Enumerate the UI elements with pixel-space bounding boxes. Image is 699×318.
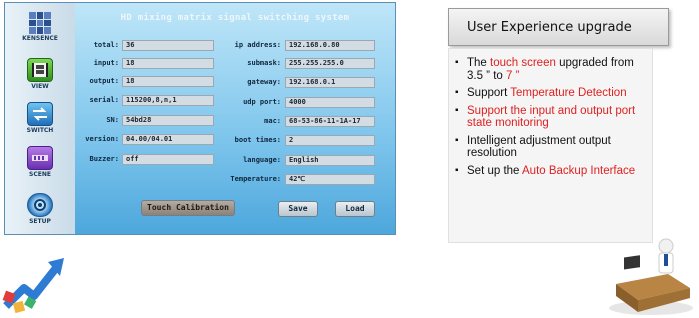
scene-icon [27, 146, 53, 170]
ip-address-field[interactable]: 192.168.0.80 [285, 40, 375, 51]
ip-address-label: ip address: [234, 41, 281, 49]
brand-logo: KENSENCE [5, 12, 75, 42]
feature-list: The touch screen upgraded from 3.5 ” to … [455, 57, 647, 182]
list-item: Support the input and output port state … [455, 105, 647, 130]
gear-icon [27, 193, 53, 217]
temperature-field: 42℃ [285, 174, 375, 185]
serial-label: serial: [89, 96, 119, 104]
business-person-icon [609, 238, 693, 315]
udp-port-field[interactable]: 4000 [285, 97, 375, 108]
list-item: Support Temperature Detection [455, 87, 647, 100]
total-field: 36 [122, 40, 214, 51]
submask-field[interactable]: 255.255.255.0 [285, 58, 375, 69]
brand-name: KENSENCE [22, 35, 58, 42]
udp-port-label: udp port: [243, 98, 281, 106]
temperature-label: Temperature: [230, 175, 281, 183]
sidebar-item-label: SCENE [29, 171, 51, 178]
language-field[interactable]: English [285, 155, 375, 166]
sidebar-item-label: SWITCH [26, 127, 54, 134]
sidebar-item-label: VIEW [31, 83, 49, 90]
gateway-field[interactable]: 192.168.0.1 [285, 77, 375, 88]
switch-icon [27, 102, 53, 126]
system-title: HD mixing matrix signal switching system [120, 13, 350, 23]
total-label: total: [93, 41, 119, 49]
sn-label: SN: [106, 116, 119, 124]
sidebar-item-label: SETUP [29, 218, 51, 225]
sidebar: KENSENCE VIEW SWITCH SCENE SETUP [5, 3, 76, 234]
sidebar-item-view[interactable]: VIEW [5, 58, 75, 90]
mac-field: 68-53-86-11-1A-17 [285, 116, 375, 127]
serial-field: 115200,8,n,1 [122, 95, 214, 106]
submask-label: submask: [247, 59, 281, 67]
load-button[interactable]: Load [335, 201, 375, 217]
list-item: Intelligent adjustment output resolution [455, 135, 647, 160]
language-label: language: [243, 156, 281, 164]
growth-arrow-icon [2, 258, 64, 314]
sidebar-item-switch[interactable]: SWITCH [5, 102, 75, 134]
save-button[interactable]: Save [278, 201, 318, 217]
feature-card: The touch screen upgraded from 3.5 ” to … [448, 48, 653, 243]
kensence-logo-icon [29, 12, 51, 34]
output-field: 18 [122, 76, 214, 87]
touch-calibration-button[interactable]: Touch Calibration [141, 200, 235, 216]
list-item: The touch screen upgraded from 3.5 ” to … [455, 57, 647, 82]
feature-card-header: User Experience upgrade [448, 8, 669, 46]
gateway-label: gateway: [247, 78, 281, 86]
buzzer-label: Buzzer: [89, 155, 119, 163]
main-panel: HD mixing matrix signal switching system… [75, 3, 395, 234]
film-icon [27, 58, 53, 82]
buzzer-field[interactable]: off [122, 154, 214, 165]
sidebar-item-setup[interactable]: SETUP [5, 193, 75, 225]
version-label: version: [85, 135, 119, 143]
version-field: 04.00/04.01 [122, 134, 214, 145]
output-label: output: [89, 77, 119, 85]
mac-label: mac: [264, 117, 281, 125]
sidebar-item-scene[interactable]: SCENE [5, 146, 75, 178]
sn-field: 54bd28 [122, 115, 214, 126]
boot-times-label: boot times: [234, 136, 281, 144]
device-screen: KENSENCE VIEW SWITCH SCENE SETUP HD mixi… [4, 2, 396, 235]
input-field: 18 [122, 58, 214, 69]
feature-card-title: User Experience upgrade [467, 20, 632, 35]
list-item: Set up the Auto Backup Interface [455, 165, 647, 178]
boot-times-field: 2 [285, 135, 375, 146]
input-label: input: [93, 59, 119, 67]
